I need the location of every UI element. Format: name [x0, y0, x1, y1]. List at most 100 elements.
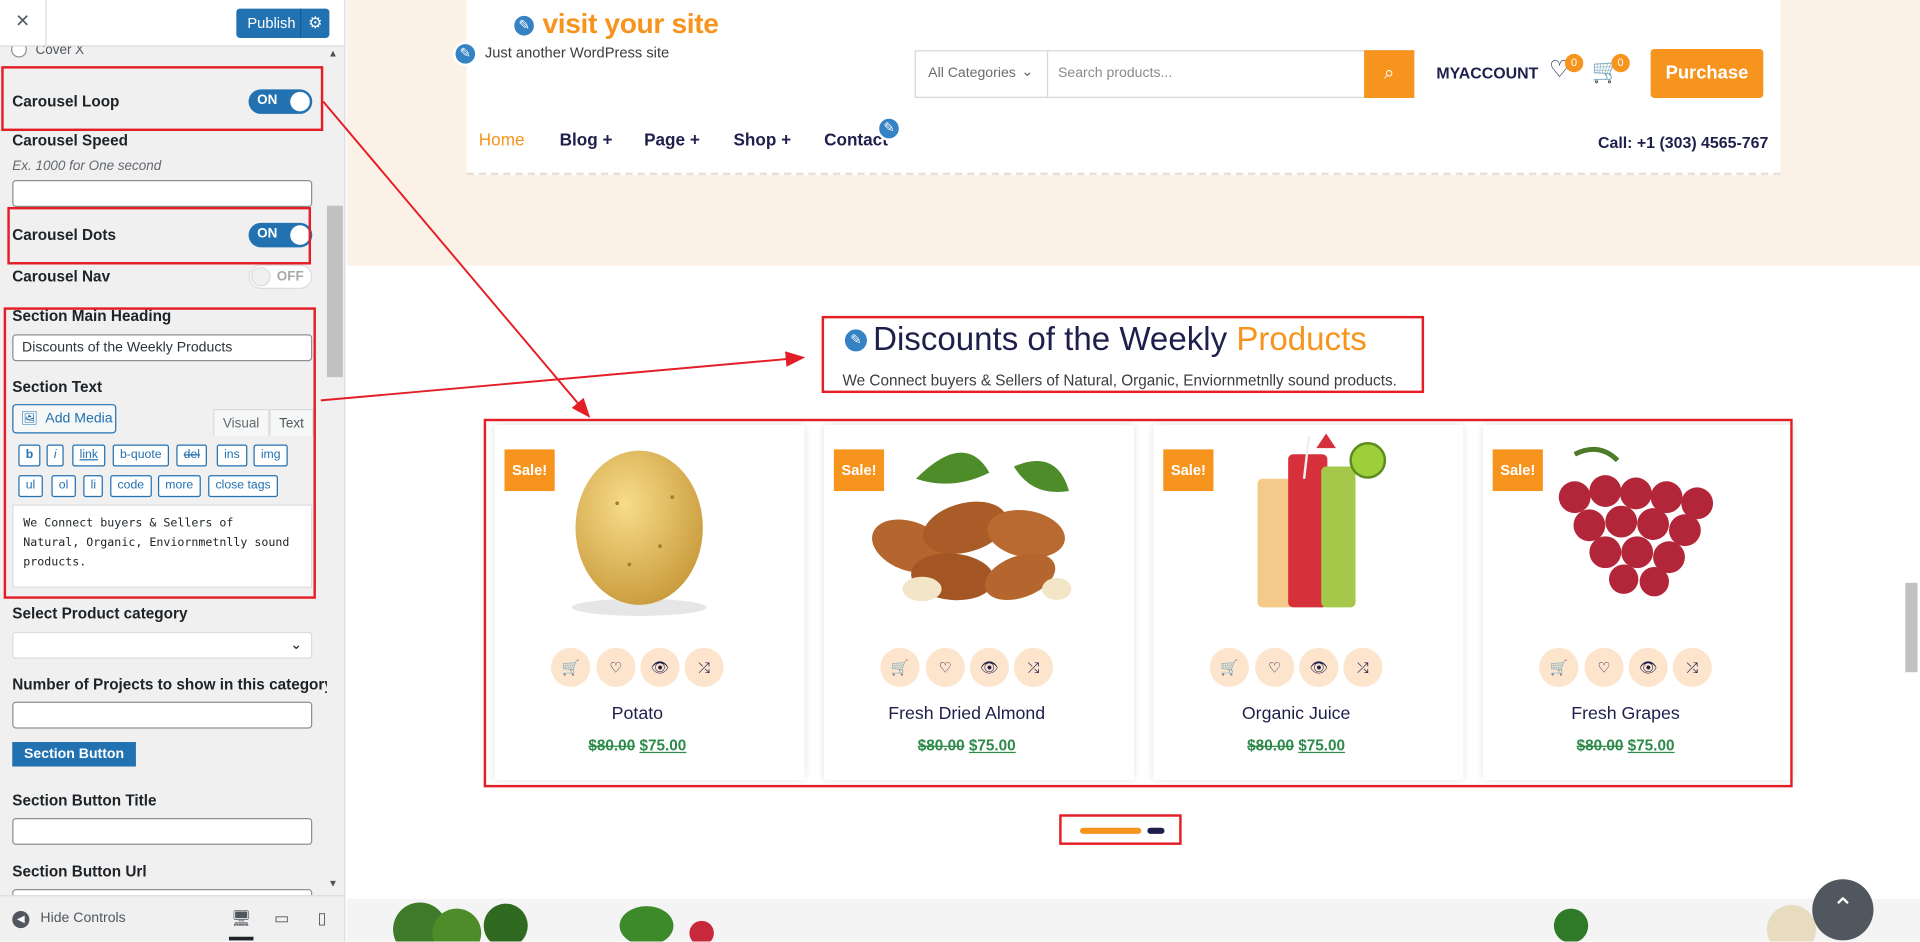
- product-price: $80.00 $75.00: [495, 737, 780, 754]
- toggle-knob: [251, 266, 271, 287]
- preview-scrollbar[interactable]: [1902, 0, 1920, 942]
- product-card[interactable]: Sale! 🛒 ♡ 👁 ⤮ Fresh Grapes $80.00 $75.00: [1482, 424, 1793, 781]
- eye-icon[interactable]: 👁: [1299, 647, 1339, 687]
- customizer-sidebar: × Publish ⚙ Cover X Carousel Loop ON Car…: [0, 0, 346, 942]
- cart-count-badge: 0: [1611, 53, 1630, 73]
- chevron-up-icon[interactable]: ⌃: [1812, 879, 1874, 941]
- edit-shortcut-icon[interactable]: ✎: [876, 116, 902, 141]
- carousel-loop-toggle[interactable]: ON: [248, 89, 313, 114]
- edit-shortcut-icon[interactable]: ✎: [842, 326, 870, 354]
- carousel-dot[interactable]: [1147, 827, 1165, 834]
- button-title-input[interactable]: [12, 817, 313, 845]
- search-input[interactable]: Search products...: [1058, 66, 1172, 81]
- product-name[interactable]: Fresh Dried Almond: [824, 704, 1109, 724]
- cart-icon[interactable]: 🛒: [1209, 647, 1249, 687]
- shuffle-icon[interactable]: ⤮: [1013, 647, 1054, 687]
- collapse-icon[interactable]: ◀: [12, 911, 30, 929]
- heart-icon[interactable]: ♡: [596, 647, 636, 687]
- section-text-textarea[interactable]: We Connect buyers & Sellers of Natural, …: [12, 504, 313, 588]
- cart-icon[interactable]: 🛒: [880, 647, 920, 687]
- old-price: $80.00: [1247, 737, 1294, 755]
- eye-icon[interactable]: 👁: [640, 647, 680, 687]
- quicktag-ul[interactable]: ul: [18, 475, 43, 498]
- quicktag-bquote[interactable]: b-quote: [112, 444, 169, 467]
- quicktag-link[interactable]: link: [72, 444, 106, 467]
- hide-controls-button[interactable]: Hide Controls: [40, 911, 125, 926]
- nav-label: Blog: [559, 129, 598, 150]
- product-card[interactable]: Sale! 🛒 ♡ 👁 ⤮ Organic Juice $80.00 $75.0…: [1153, 424, 1464, 781]
- quicktag-del[interactable]: del: [176, 444, 208, 467]
- edit-shortcut-icon[interactable]: ✎: [511, 13, 537, 38]
- quicktag-italic[interactable]: i: [46, 444, 64, 467]
- preview-scrollbar-thumb[interactable]: [1905, 582, 1918, 673]
- tablet-preview-icon[interactable]: ▭: [269, 909, 293, 931]
- sidebar-scrollbar-thumb[interactable]: [326, 205, 343, 378]
- heart-icon[interactable]: ♡: [925, 647, 965, 687]
- cover-radio[interactable]: [11, 46, 27, 58]
- carousel-speed-hint: Ex. 1000 for One second: [12, 159, 162, 174]
- quicktag-ins[interactable]: ins: [216, 444, 248, 467]
- add-media-button[interactable]: 🖼 Add Media: [12, 404, 117, 434]
- product-card[interactable]: Sale! 🛒 ♡ 👁 ⤮ Potato $80.00 $75.00: [494, 424, 805, 781]
- product-category-select[interactable]: ⌄: [12, 631, 313, 659]
- desktop-preview-icon[interactable]: 🖥: [228, 909, 254, 941]
- publish-button[interactable]: Publish ⚙: [236, 8, 330, 38]
- quicktag-code[interactable]: code: [110, 475, 152, 498]
- scroll-up-icon[interactable]: ▲: [328, 48, 338, 59]
- sale-badge: Sale!: [504, 449, 555, 492]
- tab-text[interactable]: Text: [269, 408, 314, 436]
- heart-icon[interactable]: ♡: [1584, 647, 1624, 687]
- site-preview: ✎ visit your site ✎ Just another WordPre…: [346, 0, 1920, 942]
- carousel-dot-active[interactable]: [1080, 827, 1142, 834]
- search-icon[interactable]: ⌕: [1364, 50, 1415, 98]
- site-title[interactable]: visit your site: [542, 7, 718, 40]
- nav-blog[interactable]: Blog +: [560, 130, 613, 150]
- quicktag-li[interactable]: li: [83, 475, 104, 498]
- my-account-link[interactable]: MYACCOUNT: [1436, 64, 1538, 82]
- gear-icon[interactable]: ⚙: [300, 8, 329, 38]
- quicktag-more[interactable]: more: [157, 475, 201, 498]
- chevron-down-icon: ⌄: [1021, 62, 1034, 80]
- product-card[interactable]: Sale! 🛒 ♡ 👁 ⤮ Fresh Dried Almond $80.00 …: [824, 424, 1134, 781]
- quicktag-img[interactable]: img: [253, 444, 288, 467]
- search-divider: [1046, 51, 1049, 97]
- nav-home[interactable]: Home: [479, 130, 525, 150]
- scroll-down-icon[interactable]: ▼: [328, 878, 338, 889]
- cart-icon[interactable]: 🛒: [1539, 647, 1579, 687]
- projects-count-input[interactable]: [12, 701, 313, 729]
- quicktag-close-tags[interactable]: close tags: [208, 475, 278, 498]
- sidebar-scrollbar[interactable]: [326, 46, 343, 896]
- eye-icon[interactable]: 👁: [1628, 647, 1668, 687]
- shuffle-icon[interactable]: ⤮: [684, 647, 724, 687]
- quicktag-ol[interactable]: ol: [51, 475, 76, 498]
- purchase-button[interactable]: Purchase: [1650, 48, 1764, 98]
- nav-page[interactable]: Page +: [644, 130, 700, 150]
- section-heading-input[interactable]: Discounts of the Weekly Products: [12, 334, 313, 362]
- quicktag-bold[interactable]: b: [18, 444, 41, 467]
- nav-shop[interactable]: Shop +: [733, 130, 791, 150]
- product-name[interactable]: Organic Juice: [1153, 704, 1438, 724]
- button-url-label: Section Button Url: [12, 863, 147, 881]
- close-icon[interactable]: ×: [0, 0, 47, 47]
- shuffle-icon[interactable]: ⤮: [1672, 647, 1712, 687]
- textarea-line: products.: [23, 555, 87, 570]
- carousel-dots-toggle[interactable]: ON: [248, 222, 313, 248]
- heart-icon[interactable]: ♡: [1255, 647, 1295, 687]
- shuffle-icon[interactable]: ⤮: [1343, 647, 1383, 687]
- section-heading-accent: Products: [1236, 320, 1367, 358]
- carousel-loop-label: Carousel Loop: [12, 93, 120, 111]
- product-name[interactable]: Fresh Grapes: [1483, 704, 1768, 724]
- search-category-select[interactable]: All Categories: [928, 66, 1016, 81]
- edit-shortcut-icon[interactable]: ✎: [453, 41, 478, 67]
- carousel-dots-label: Carousel Dots: [12, 226, 117, 244]
- carousel-speed-input[interactable]: [12, 180, 313, 207]
- tab-visual[interactable]: Visual: [213, 408, 270, 436]
- cart-icon[interactable]: 🛒: [551, 647, 591, 687]
- mobile-preview-icon[interactable]: ▯: [310, 909, 334, 931]
- carousel-nav-toggle[interactable]: OFF: [248, 264, 313, 289]
- textarea-line: We Connect buyers & Sellers of: [23, 516, 234, 531]
- product-name[interactable]: Potato: [495, 704, 780, 724]
- eye-icon[interactable]: 👁: [969, 647, 1009, 687]
- section-text: We Connect buyers & Sellers of Natural, …: [842, 372, 1397, 390]
- product-search: All Categories ⌄ Search products... ⌕: [914, 50, 1415, 98]
